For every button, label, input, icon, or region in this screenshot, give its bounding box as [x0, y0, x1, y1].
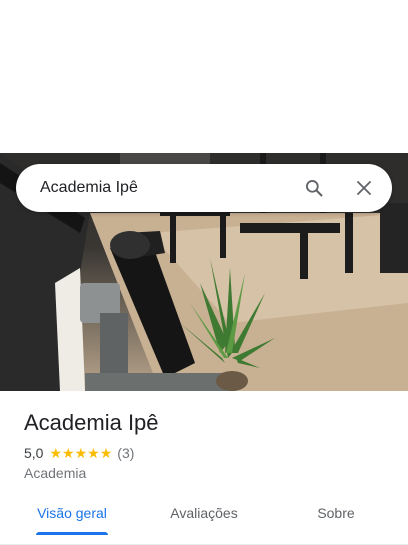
search-input[interactable]: Academia Ipê — [40, 179, 294, 197]
star-icon: ★ — [62, 445, 75, 461]
close-button[interactable] — [344, 168, 384, 208]
star-icon: ★ — [99, 445, 113, 461]
tab-reviews[interactable]: Avaliações — [154, 496, 254, 534]
search-button[interactable] — [294, 168, 334, 208]
tab-bar: Visão geral Avaliações Sobre — [0, 496, 408, 545]
rating-value: 5,0 — [24, 445, 44, 461]
star-icon: ★ — [49, 445, 63, 461]
active-tab-indicator — [36, 532, 108, 535]
review-count[interactable]: (3) — [117, 445, 134, 461]
rating-row[interactable]: 5,0 ★ ★ ★ ★ ★ (3) — [24, 443, 134, 463]
star-icon: ★ — [87, 445, 100, 461]
close-icon — [357, 181, 371, 195]
place-category[interactable]: Academia — [24, 465, 86, 481]
star-rating: ★ ★ ★ ★ ★ — [49, 446, 112, 460]
search-icon — [306, 180, 323, 197]
star-icon: ★ — [74, 445, 88, 461]
tab-about[interactable]: Sobre — [286, 496, 386, 534]
search-bar[interactable]: Academia Ipê — [16, 164, 392, 212]
place-title: Academia Ipê — [24, 410, 159, 435]
tab-overview[interactable]: Visão geral — [22, 496, 122, 534]
